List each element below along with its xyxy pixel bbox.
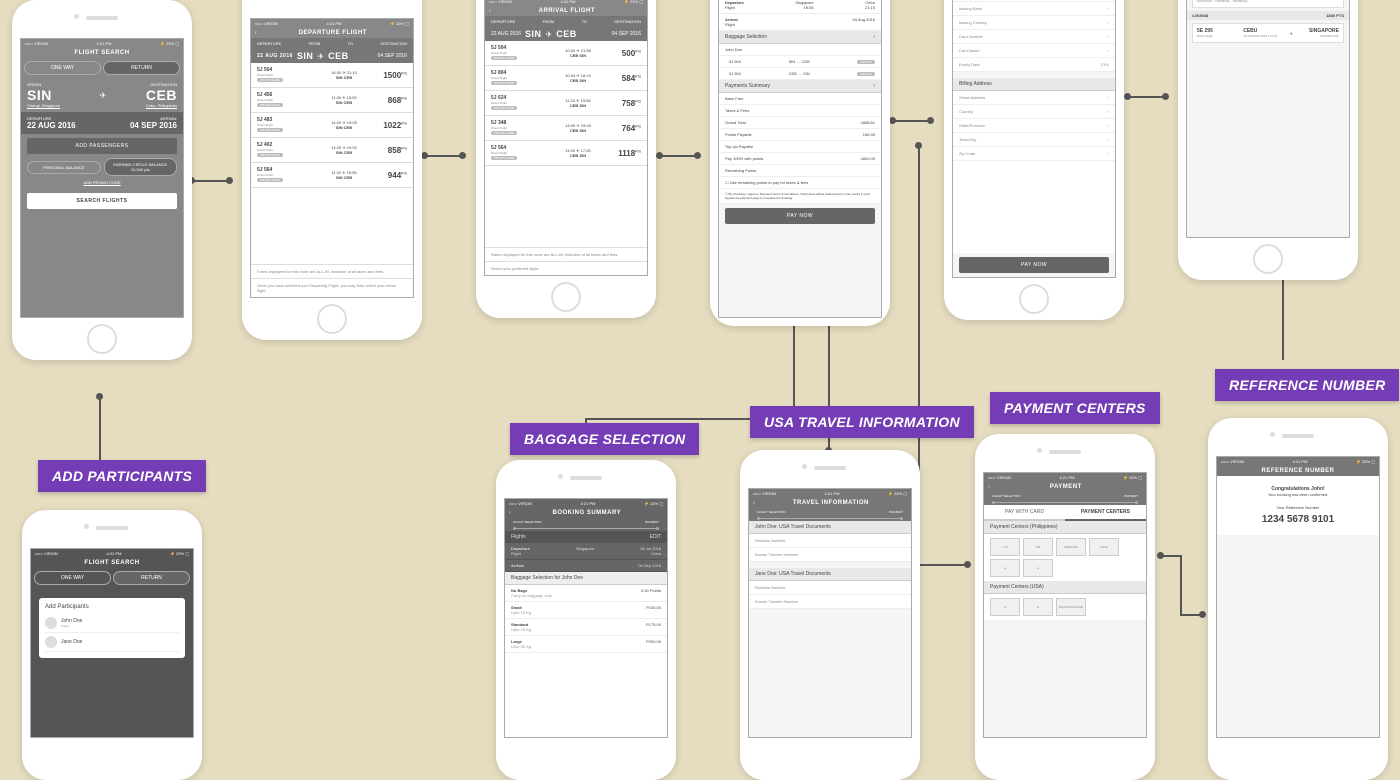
- form-field[interactable]: Issuing Bank›: [953, 2, 1115, 16]
- baggage-option[interactable]: StandardUpto 20 KgP175.00: [505, 619, 667, 636]
- pay-now-button[interactable]: PAY NOW: [725, 208, 875, 224]
- swap-icon[interactable]: ✈: [100, 91, 107, 100]
- participant-row[interactable]: John DoeShare: [45, 614, 179, 633]
- form-field[interactable]: Country›: [953, 105, 1115, 119]
- known-traveler-input[interactable]: Known Traveler Number: [749, 595, 911, 609]
- personal-balance[interactable]: PERSONAL BALANCE: [27, 161, 101, 174]
- home-button[interactable]: [1019, 284, 1049, 314]
- home-button[interactable]: [1253, 244, 1283, 274]
- participant-row[interactable]: Jane Doe: [45, 633, 179, 652]
- search-flights-button[interactable]: SEARCH FLIGHTS: [27, 193, 177, 209]
- redress-input[interactable]: Redress Number: [749, 581, 911, 595]
- form-field[interactable]: Card Name›: [953, 44, 1115, 58]
- pay-now-button[interactable]: PAY NOW: [959, 257, 1109, 273]
- payment-center[interactable]: MAX EXCHANGE: [1056, 598, 1086, 616]
- payment-center[interactable]: ●: [1023, 559, 1053, 577]
- home-button[interactable]: [87, 324, 117, 354]
- flight-row[interactable]: 5J 564Direct FlightPROMO FARE11:00 ✈ 17:…: [485, 141, 647, 166]
- label-add-participants: ADD PARTICIPANTS: [38, 460, 206, 492]
- status-bar: ••••○ VIRGIN4:21 PM⚡ 22% ▢: [21, 39, 183, 48]
- flight-row[interactable]: 5J 624Direct FlightPROMO FARE11:24 ✈ 15:…: [485, 91, 647, 116]
- form-field[interactable]: Town/City›: [953, 133, 1115, 147]
- tab-pay-centers[interactable]: PAYMENT CENTERS: [1065, 505, 1146, 521]
- promo-link[interactable]: ADD PROMO CODE: [21, 176, 183, 189]
- payment-center[interactable]: ●: [990, 598, 1020, 616]
- flight-row[interactable]: 5J 483Direct FlightPROMO FARE14:20 ✈ 19:…: [251, 113, 413, 138]
- flight-row[interactable]: 5J 804Direct FlightPROMO FARE10:34 ✈ 18:…: [485, 66, 647, 91]
- payment-center[interactable]: SM: [1023, 538, 1053, 556]
- flight-row[interactable]: 5J 564Direct FlightPROMO FARE11:20 ✈ 15:…: [251, 163, 413, 188]
- baggage-option[interactable]: No BagsCarry-on baggage only0.00 Points: [505, 585, 667, 602]
- label-usa: USA TRAVEL INFORMATION: [750, 406, 974, 438]
- redress-input[interactable]: Redress Number: [749, 534, 911, 548]
- home-button[interactable]: [317, 304, 347, 334]
- earning-balance[interactable]: EARNING CIRCLE BALANCE10,540 pts: [104, 158, 178, 176]
- departure-date[interactable]: DEPARTURE22 AUG 2016: [21, 112, 102, 134]
- payment-center[interactable]: ●: [1023, 598, 1053, 616]
- add-passengers-button[interactable]: ADD PASSENGERS: [27, 138, 177, 154]
- dest-block[interactable]: DESTINATIONCEBCebu, Philippines: [146, 82, 177, 108]
- flight-row[interactable]: 5J 456Direct FlightPROMO FARE11:30 ✈ 15:…: [251, 88, 413, 113]
- avatar-icon: [45, 636, 57, 648]
- tab-return[interactable]: RETURN: [103, 61, 180, 75]
- label-baggage: BAGGAGE SELECTION: [510, 423, 699, 455]
- form-field[interactable]: Card Number›: [953, 30, 1115, 44]
- form-field[interactable]: State/Province›: [953, 119, 1115, 133]
- arrival-date[interactable]: ARRIVAL04 SEP 2016: [102, 112, 183, 134]
- home-button[interactable]: [551, 282, 581, 312]
- baggage-option[interactable]: LargeUpto 30 KgP200.00: [505, 636, 667, 653]
- page-title: FLIGHT SEARCH: [21, 48, 183, 58]
- payment-center[interactable]: CEBUANA: [1056, 538, 1086, 556]
- payment-center[interactable]: ●: [990, 559, 1020, 577]
- known-traveler-input[interactable]: Known Traveler Number: [749, 548, 911, 562]
- flight-row[interactable]: 5J 504Direct FlightPROMO FARE10:00 ✈ 21:…: [485, 41, 647, 66]
- flight-row[interactable]: 5J 402Direct FlightPROMO FARE14:25 ✈ 19:…: [251, 138, 413, 163]
- baggage-option[interactable]: SmallUpto 15 KgP100.00: [505, 602, 667, 619]
- payment-center[interactable]: ecPay: [1089, 538, 1119, 556]
- label-reference: REFERENCE NUMBER: [1215, 369, 1399, 401]
- form-field[interactable]: Issuing Country›: [953, 16, 1115, 30]
- avatar-icon: [45, 617, 57, 629]
- origin-block[interactable]: ORIGINSINChangi, Singapore: [27, 82, 60, 108]
- payment-center[interactable]: 7-11: [990, 538, 1020, 556]
- form-field[interactable]: Zip Code›: [953, 147, 1115, 161]
- form-field[interactable]: Street Address›: [953, 91, 1115, 105]
- tab-pay-card[interactable]: PAY WITH CARD: [984, 505, 1065, 521]
- flight-row[interactable]: 5J 348Direct FlightPROMO FARE14:00 ✈ 19:…: [485, 116, 647, 141]
- label-payment-centers: PAYMENT CENTERS: [990, 392, 1160, 424]
- tab-oneway[interactable]: ONE WAY: [24, 61, 101, 75]
- reference-number: 1234 5678 9101: [1227, 514, 1369, 525]
- flight-row[interactable]: 5J 504Direct FlightPROMO FARE16:30 ✈ 21:…: [251, 63, 413, 88]
